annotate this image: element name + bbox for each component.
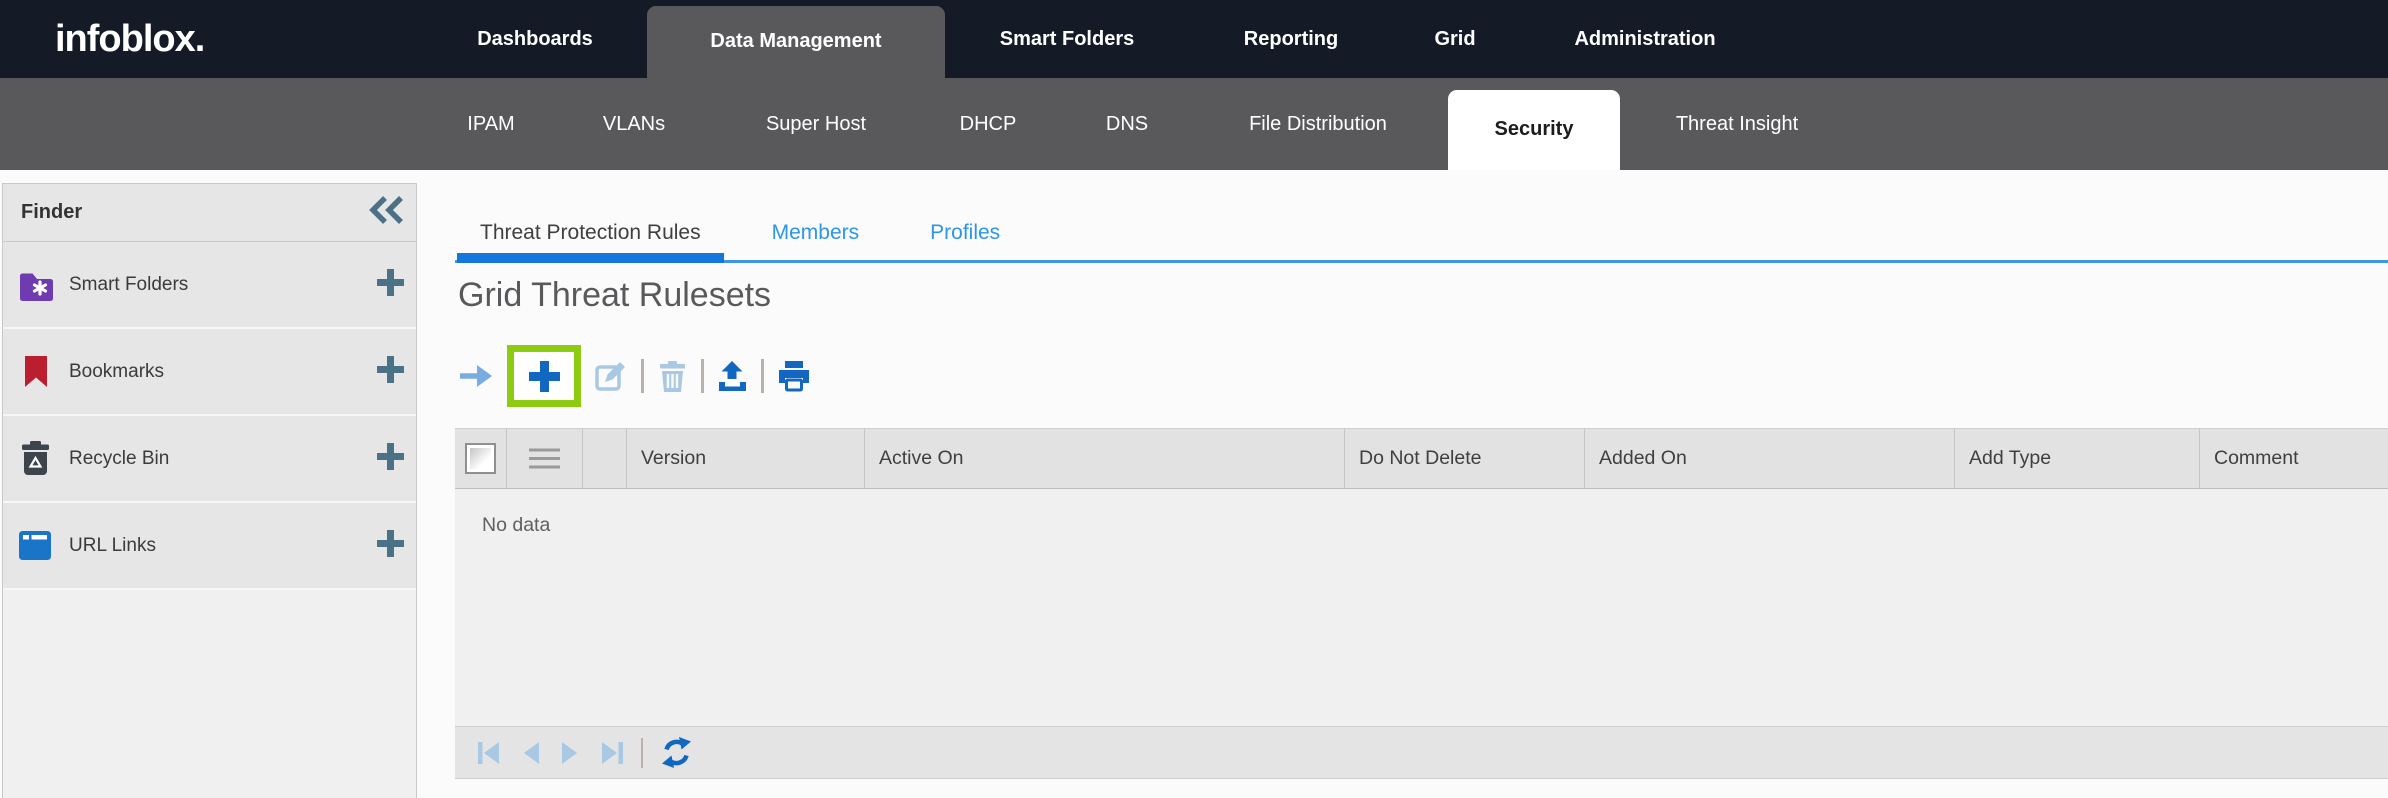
security-tab-strip: Threat Protection Rules Members Profiles (455, 204, 2388, 263)
column-header-added-on[interactable]: Added On (1585, 429, 1955, 488)
spacer-cell (583, 429, 627, 488)
refresh-button[interactable] (660, 736, 693, 769)
nav-data-management[interactable]: Data Management (647, 6, 945, 78)
nav-reporting[interactable]: Reporting (1212, 0, 1370, 78)
finder-title: Finder (21, 201, 368, 224)
page-title: Grid Threat Rulesets (458, 276, 771, 315)
last-page-button[interactable] (598, 739, 624, 767)
subnav-threat-insight[interactable]: Threat Insight (1637, 78, 1837, 170)
delete-trash-button[interactable] (657, 360, 688, 393)
go-arrow-icon[interactable] (458, 361, 494, 391)
next-page-button[interactable] (559, 739, 581, 767)
edit-button[interactable] (594, 359, 628, 393)
recycle-bin-icon (18, 441, 56, 476)
sidebar-item-label: Bookmarks (69, 361, 375, 383)
checkbox-icon[interactable] (465, 443, 496, 474)
hamburger-menu-icon (529, 446, 560, 471)
pagination-separator (641, 738, 643, 768)
sidebar-item-bookmarks[interactable]: Bookmarks (3, 329, 416, 416)
toolbar-separator (641, 359, 644, 393)
highlight-box (507, 345, 581, 407)
sidebar-item-label: Smart Folders (69, 274, 375, 296)
add-url-link-button[interactable] (375, 528, 406, 564)
empty-table-message: No data (482, 514, 550, 536)
infoblox-app-window: infoblox. Dashboards Data Management Sma… (0, 0, 2388, 798)
sidebar-item-url-links[interactable]: URL Links (3, 503, 416, 590)
column-header-add-type[interactable]: Add Type (1955, 429, 2200, 488)
subnav-dns[interactable]: DNS (1057, 78, 1197, 170)
table-header-row: Version Active On Do Not Delete Added On… (455, 428, 2388, 489)
toolbar-separator (701, 359, 704, 393)
previous-page-button[interactable] (520, 739, 542, 767)
column-header-comment[interactable]: Comment (2200, 429, 2388, 488)
finder-panel: Finder Smart Folders Bookmarks (2, 183, 417, 798)
nav-grid[interactable]: Grid (1398, 0, 1512, 78)
upload-button[interactable] (717, 361, 748, 392)
add-smart-folder-button[interactable] (375, 267, 406, 303)
print-button[interactable] (777, 361, 811, 392)
nav-administration[interactable]: Administration (1535, 0, 1755, 78)
ruleset-toolbar (458, 340, 811, 412)
first-page-button[interactable] (477, 739, 503, 767)
finder-header: Finder (3, 184, 416, 242)
sidebar-item-smart-folders[interactable]: Smart Folders (3, 242, 416, 329)
tab-profiles[interactable]: Profiles (907, 204, 1023, 260)
select-all-cell (455, 429, 507, 488)
top-nav-bar: infoblox. Dashboards Data Management Sma… (0, 0, 2388, 78)
subnav-ipam[interactable]: IPAM (421, 78, 561, 170)
sidebar-item-label: URL Links (69, 535, 375, 557)
bookmark-icon (18, 355, 56, 389)
nav-dashboards[interactable]: Dashboards (447, 0, 623, 78)
smart-folder-icon (18, 269, 56, 301)
tab-members[interactable]: Members (749, 204, 883, 260)
url-links-icon (18, 530, 56, 561)
finder-empty-area (3, 590, 416, 798)
column-menu-cell[interactable] (507, 429, 583, 488)
sidebar-item-recycle-bin[interactable]: Recycle Bin (3, 416, 416, 503)
subnav-file-distribution[interactable]: File Distribution (1218, 78, 1418, 170)
column-header-active-on[interactable]: Active On (865, 429, 1345, 488)
infoblox-logo: infoblox. (55, 0, 204, 78)
rulesets-table: Version Active On Do Not Delete Added On… (455, 428, 2388, 779)
column-header-version[interactable]: Version (627, 429, 865, 488)
subnav-vlans[interactable]: VLANs (564, 78, 704, 170)
add-ruleset-button[interactable] (524, 356, 565, 397)
pagination-bar (455, 726, 2388, 779)
toolbar-separator (761, 359, 764, 393)
add-bookmark-button[interactable] (375, 354, 406, 390)
sub-nav-bar: IPAM VLANs Super Host DHCP DNS File Dist… (0, 78, 2388, 170)
subnav-security[interactable]: Security (1448, 90, 1620, 170)
add-recycle-bin-button[interactable] (375, 441, 406, 477)
double-chevron-left-icon[interactable] (368, 194, 406, 231)
sidebar-item-label: Recycle Bin (69, 448, 375, 470)
nav-smart-folders[interactable]: Smart Folders (967, 0, 1167, 78)
table-body: No data (455, 489, 2388, 726)
subnav-super-host[interactable]: Super Host (716, 78, 916, 170)
tab-threat-protection-rules[interactable]: Threat Protection Rules (457, 204, 724, 260)
column-header-do-not-delete[interactable]: Do Not Delete (1345, 429, 1585, 488)
subnav-dhcp[interactable]: DHCP (918, 78, 1058, 170)
